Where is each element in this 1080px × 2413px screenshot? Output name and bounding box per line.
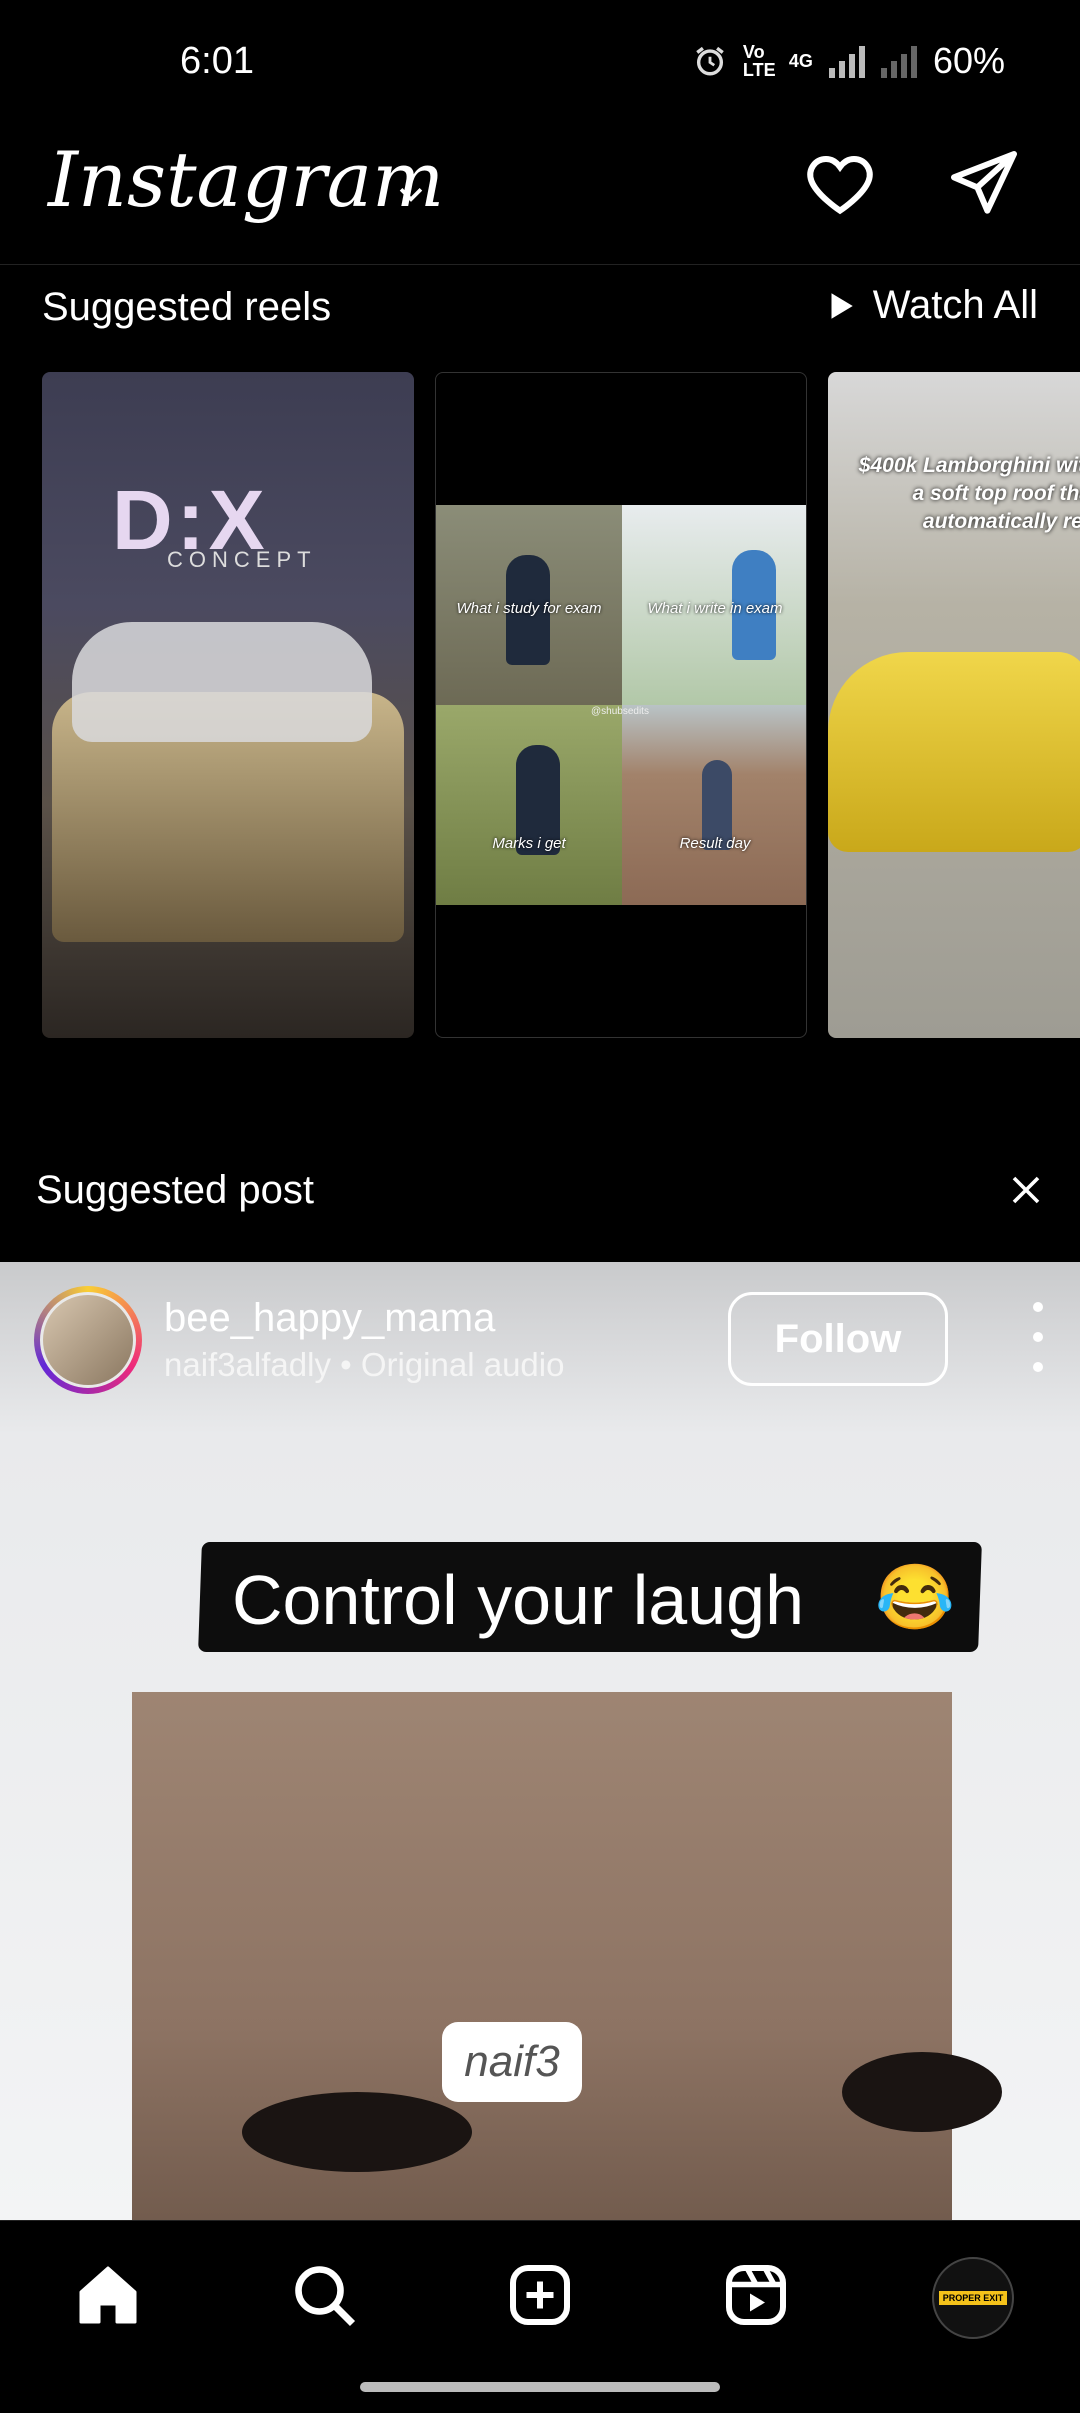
instagram-logo[interactable]: Instagram [48,135,444,224]
post-audio[interactable]: naif3alfadly • Original audio [164,1346,564,1384]
play-icon [831,292,853,319]
reels-icon[interactable] [720,2259,792,2331]
post-username[interactable]: bee_happy_mama [164,1296,495,1341]
avatar [40,1292,136,1388]
profile-avatar-badge: PROPER EXIT [938,2291,1008,2305]
reel-3-car-image [828,652,1080,852]
status-bar: 6:01 Vo LTE 4G 60% [0,0,1080,120]
suggested-post-title: Suggested post [36,1168,314,1212]
laughing-emoji: 😂 [875,1561,955,1633]
reel-card-2[interactable]: What i study for exam What i write in ex… [435,372,807,1038]
suggested-reels-title: Suggested reels [42,285,332,329]
status-time: 6:01 [180,40,254,82]
volte-indicator: Vo LTE [742,42,776,80]
reel-card-3[interactable]: $400k Lamborghini with a soft top roof t… [828,372,1080,1038]
search-icon[interactable] [288,2259,360,2331]
create-icon[interactable] [504,2259,576,2331]
signal-2-icon [880,44,917,78]
app-header: Instagram [0,130,1080,265]
meme-tile-2: What i write in exam [622,505,806,705]
image-eye-right [842,2052,1002,2132]
more-options-icon[interactable] [1018,1302,1058,1372]
network-type: 4G [788,51,813,71]
reel-3-overlay-text: $400k Lamborghini with a soft top roof t… [858,454,1080,533]
image-watermark-tag: naif3 [442,2022,582,2102]
reel-1-overlay-sub: CONCEPT [167,547,317,572]
alarm-icon [696,46,724,76]
post-avatar-ring[interactable] [34,1286,142,1394]
reel-2-watermark: @shubsedits [591,706,649,717]
battery-level: 60% [932,40,1005,81]
post-caption: Control your laugh [232,1561,804,1639]
close-icon[interactable] [1008,1172,1044,1208]
meme-caption-1: What i study for exam [456,600,602,617]
watch-all-button[interactable]: Watch All [823,283,1038,328]
heart-icon[interactable] [800,144,880,224]
profile-avatar[interactable]: PROPER EXIT [932,2257,1014,2339]
chevron-down-icon[interactable] [394,178,428,212]
image-eye-left [242,2092,472,2172]
post-image: naif3 [132,1692,1002,2220]
meme-tile-1: What i study for exam [436,505,622,705]
follow-button[interactable]: Follow [728,1292,948,1386]
reel-1-cover-image [72,622,372,742]
home-indicator[interactable] [360,2382,720,2392]
status-icons: Vo LTE 4G 60% [693,40,1005,82]
watch-all-label: Watch All [872,283,1038,327]
suggested-post-card[interactable]: bee_happy_mama naif3alfadly • Original a… [0,1262,1080,2220]
reel-2-meme-grid: What i study for exam What i write in ex… [436,505,806,905]
meme-caption-3: Marks i get [492,835,566,852]
signal-icon [828,44,865,78]
reel-card-1[interactable]: D:X CONCEPT [42,372,414,1038]
send-icon[interactable] [944,144,1024,224]
meme-tile-4: Result day [622,705,806,905]
meme-tile-3: Marks i get [436,705,622,905]
home-icon[interactable] [72,2259,144,2331]
meme-caption-4: Result day [679,835,751,852]
meme-caption-2: What i write in exam [647,600,783,617]
